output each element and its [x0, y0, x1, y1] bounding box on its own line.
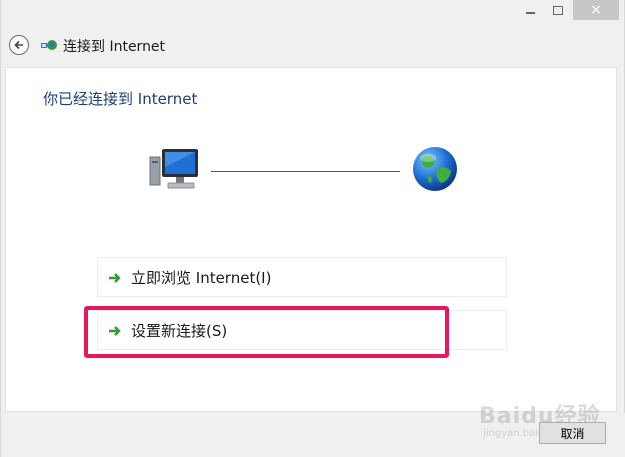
page-heading: 你已经连接到 Internet [43, 90, 198, 108]
close-icon: × [590, 2, 602, 18]
computer-icon [149, 149, 198, 189]
back-arrow-icon [14, 40, 23, 50]
window-title: 连接到 Internet [63, 39, 166, 55]
minimize-button[interactable] [516, 0, 544, 20]
globe-icon [413, 147, 457, 191]
connection-line [211, 171, 400, 172]
minimize-icon [525, 12, 535, 14]
network-globe-icon [41, 40, 57, 50]
content-panel: 你已经连接到 Internet 立即浏览 Internet(I) 设置新连接(S… [5, 67, 617, 412]
green-arrow-icon [109, 273, 121, 283]
cancel-button[interactable]: 取消 [539, 422, 606, 444]
browse-internet-label: 立即浏览 Internet(I) [131, 269, 272, 287]
maximize-icon [553, 5, 563, 15]
browse-internet-option[interactable]: 立即浏览 Internet(I) [97, 257, 507, 297]
maximize-button[interactable] [544, 0, 572, 20]
close-button[interactable]: × [573, 0, 619, 20]
dialog-window: × 连接到 Internet 你已经连接到 Internet 立即浏览 Inte… [0, 0, 625, 457]
back-button[interactable] [9, 35, 29, 55]
annotation-highlight-box [84, 306, 449, 358]
